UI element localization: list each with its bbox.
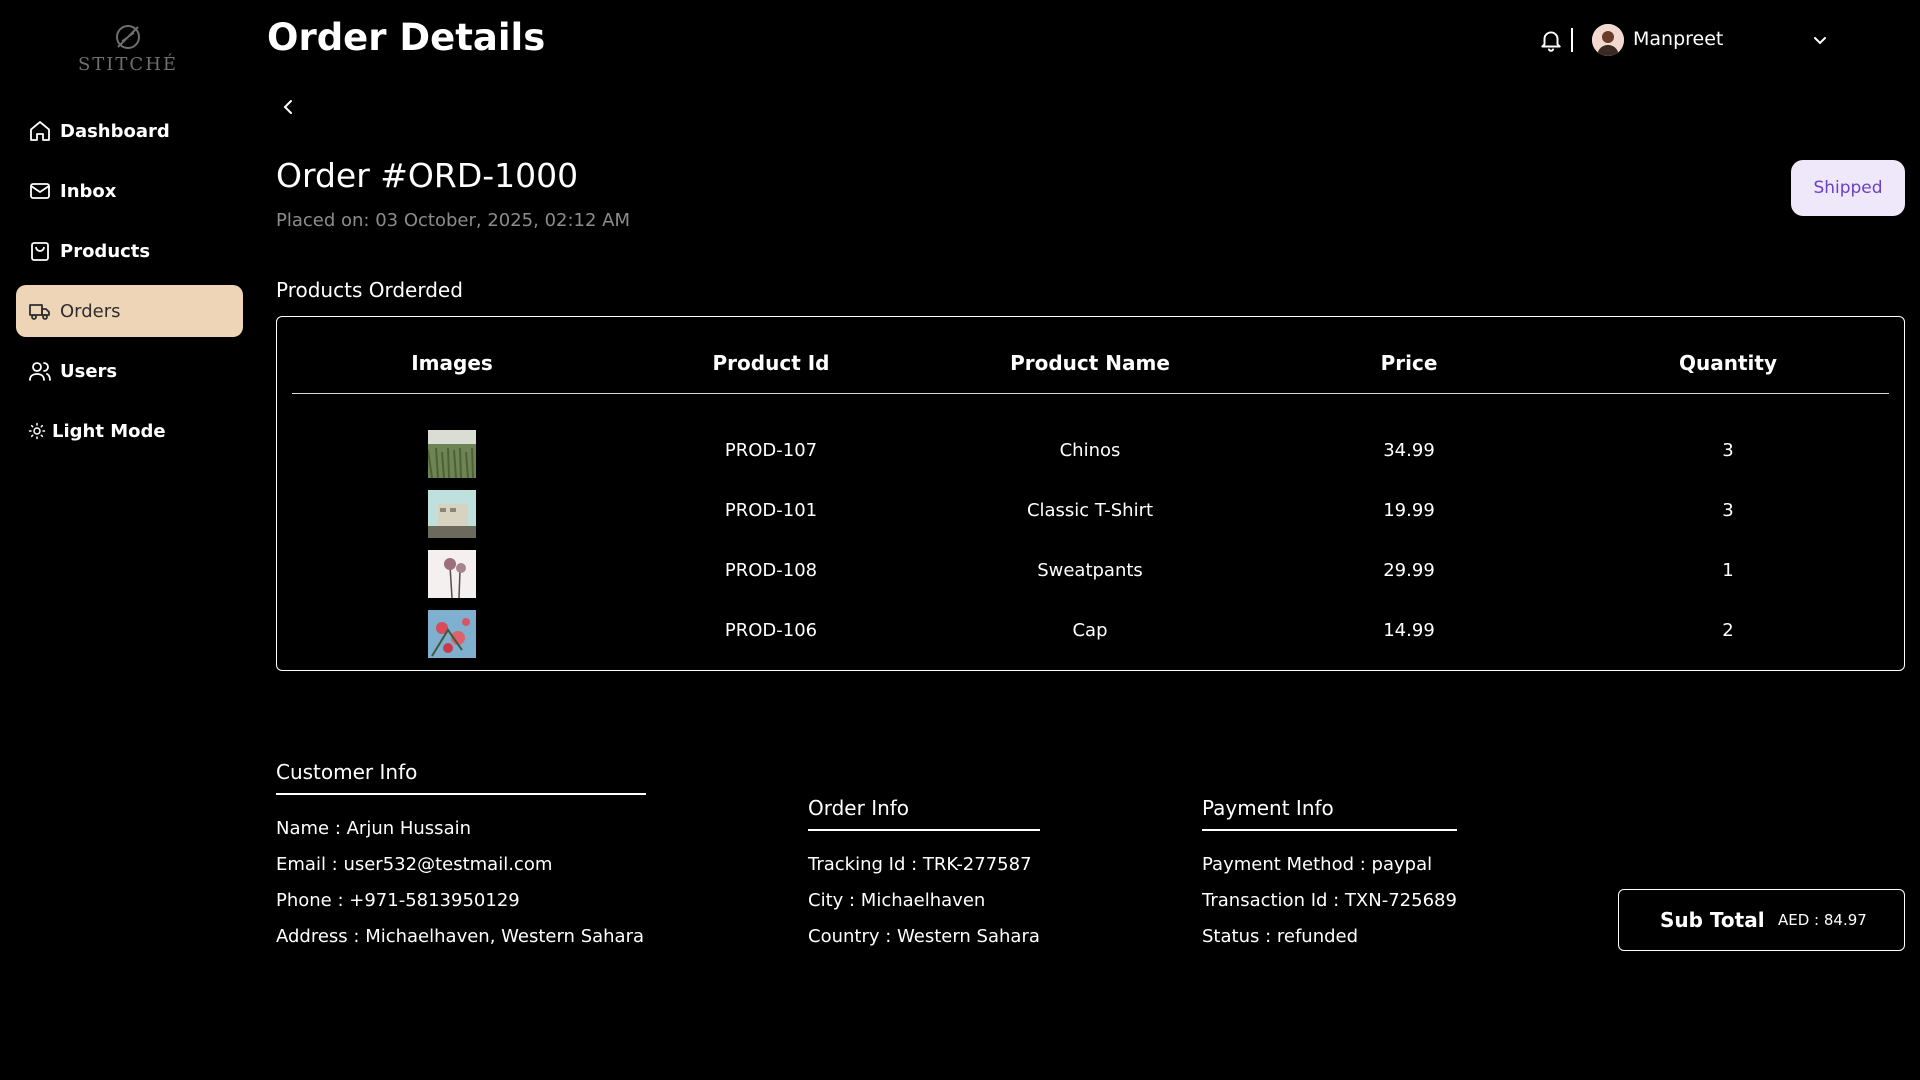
product-id-cell: PROD-106: [724, 620, 818, 641]
quantity-cell: 3: [1722, 440, 1734, 461]
shopping-bag-icon: [28, 239, 52, 263]
quantity-cell: 1: [1722, 560, 1734, 581]
page-title: Order Details: [267, 16, 546, 59]
sidebar-item-label: Inbox: [60, 180, 117, 202]
customer-info-heading: Customer Info: [276, 760, 418, 784]
table-row[interactable]: PROD-106 Cap 14.99 2: [292, 600, 1889, 660]
column-header-images: Images: [411, 351, 493, 375]
avatar[interactable]: [1592, 24, 1624, 56]
back-arrow-icon[interactable]: [277, 96, 299, 118]
products-table: Images Product Id Product Name Price Qua…: [276, 316, 1905, 671]
sidebar-item-label: Light Mode: [52, 420, 166, 442]
customer-address: Address : Michaelhaven, Western Sahara: [276, 926, 645, 947]
customer-name: Name : Arjun Hussain: [276, 818, 472, 839]
quantity-cell: 2: [1722, 620, 1734, 641]
tracking-id: Tracking Id : TRK-277587: [808, 854, 1032, 875]
price-cell: 34.99: [1383, 440, 1435, 461]
user-name[interactable]: Manpreet: [1633, 28, 1723, 50]
sidebar-item-users[interactable]: Users: [16, 345, 243, 397]
sidebar-item-label: Dashboard: [60, 120, 170, 142]
column-header-price: Price: [1380, 351, 1438, 375]
sidebar-item-label: Products: [60, 240, 151, 262]
customer-info-divider: [276, 793, 646, 795]
product-name-cell: Sweatpants: [1037, 560, 1143, 581]
column-header-product-name: Product Name: [1010, 351, 1170, 375]
light-mode-toggle[interactable]: Light Mode: [16, 405, 243, 457]
sidebar-item-label: Orders: [60, 300, 121, 322]
bell-icon[interactable]: [1538, 27, 1564, 53]
brand-logo[interactable]: STITCHÉ: [75, 22, 181, 82]
sidebar-item-dashboard[interactable]: Dashboard: [16, 105, 243, 157]
truck-icon: [28, 299, 52, 323]
sidebar-item-products[interactable]: Products: [16, 225, 243, 277]
product-name-cell: Classic T-Shirt: [1026, 500, 1154, 521]
order-city: City : Michaelhaven: [808, 890, 986, 911]
product-name-cell: Cap: [1072, 620, 1108, 641]
payment-info-divider: [1202, 829, 1457, 831]
home-icon: [28, 119, 52, 143]
sidebar: STITCHÉ Dashboard Inbox Products Orders …: [0, 0, 258, 1080]
status-badge: Shipped: [1791, 160, 1905, 216]
subtotal-label: Sub Total: [1660, 908, 1765, 932]
table-header-row: Images Product Id Product Name Price Qua…: [292, 317, 1889, 394]
mail-icon: [28, 179, 52, 203]
quantity-cell: 3: [1722, 500, 1734, 521]
subtotal-value: AED : 84.97: [1778, 911, 1867, 929]
order-number: Order #ORD-1000: [276, 156, 579, 195]
price-cell: 14.99: [1383, 620, 1435, 641]
brand-name: STITCHÉ: [77, 54, 179, 75]
product-name-cell: Chinos: [1059, 440, 1121, 461]
table-row[interactable]: PROD-108 Sweatpants 29.99 1: [292, 540, 1889, 600]
order-country: Country : Western Sahara: [808, 926, 1040, 947]
sidebar-item-label: Users: [60, 360, 118, 382]
column-header-product-id: Product Id: [712, 351, 830, 375]
products-ordered-heading: Products Orderded: [276, 278, 463, 302]
payment-method: Payment Method : paypal: [1202, 854, 1433, 875]
product-id-cell: PROD-101: [724, 500, 818, 521]
users-icon: [28, 359, 52, 383]
order-info-divider: [808, 829, 1040, 831]
sidebar-item-orders[interactable]: Orders: [16, 285, 243, 337]
transaction-id: Transaction Id : TXN-725689: [1202, 890, 1457, 911]
header-divider: [1571, 28, 1573, 52]
chevron-down-icon[interactable]: [1810, 31, 1830, 51]
product-thumbnail: [428, 550, 476, 598]
subtotal-box: Sub Total AED : 84.97: [1618, 889, 1905, 951]
product-thumbnail: [428, 610, 476, 658]
price-cell: 29.99: [1383, 560, 1435, 581]
table-row[interactable]: PROD-107 Chinos 34.99 3: [292, 420, 1889, 480]
product-thumbnail: [428, 430, 476, 478]
price-cell: 19.99: [1383, 500, 1435, 521]
column-header-quantity: Quantity: [1679, 351, 1777, 375]
customer-phone: Phone : +971-5813950129: [276, 890, 520, 911]
table-row[interactable]: PROD-101 Classic T-Shirt 19.99 3: [292, 480, 1889, 540]
customer-email: Email : user532@testmail.com: [276, 854, 553, 875]
product-id-cell: PROD-107: [724, 440, 818, 461]
sun-icon: [28, 422, 46, 440]
product-thumbnail: [428, 490, 476, 538]
order-info-heading: Order Info: [808, 796, 910, 820]
payment-info-heading: Payment Info: [1202, 796, 1334, 820]
logo-mark-icon: [116, 25, 140, 49]
product-id-cell: PROD-108: [724, 560, 818, 581]
sidebar-item-inbox[interactable]: Inbox: [16, 165, 243, 217]
payment-status: Status : refunded: [1202, 926, 1359, 947]
order-placed-date: Placed on: 03 October, 2025, 02:12 AM: [276, 210, 631, 231]
